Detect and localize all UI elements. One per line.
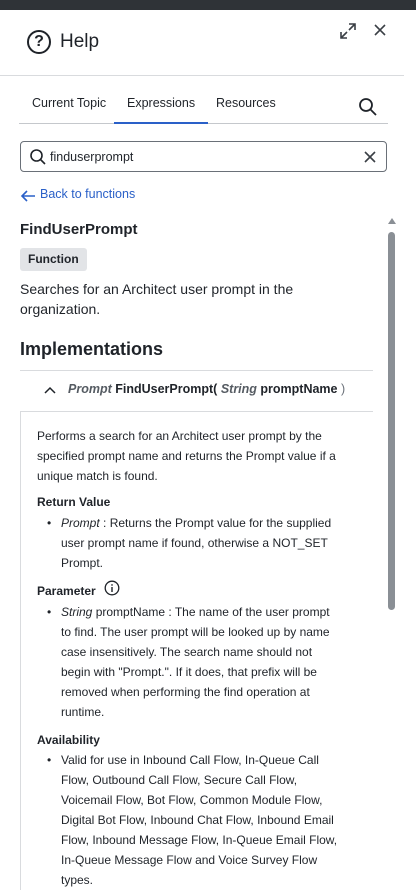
info-icon[interactable] bbox=[104, 580, 120, 596]
tab-current-topic[interactable]: Current Topic bbox=[19, 86, 119, 124]
right-edge bbox=[404, 10, 416, 890]
availability-item: Valid for use in Inbound Call Flow, In-Q… bbox=[47, 750, 341, 890]
signature-param-type: String bbox=[220, 382, 257, 396]
help-tabs: Current Topic Expressions Resources bbox=[19, 86, 388, 124]
arrow-left-icon bbox=[20, 190, 35, 202]
signature-param-name: promptName bbox=[260, 382, 338, 396]
return-value-heading: Return Value bbox=[37, 495, 111, 509]
divider bbox=[20, 370, 373, 371]
function-name: FindUserPrompt bbox=[20, 221, 138, 238]
search-icon[interactable] bbox=[358, 97, 378, 117]
signature-text: Prompt FindUserPrompt( String promptName… bbox=[68, 382, 345, 396]
help-title: Help bbox=[60, 31, 100, 52]
availability-heading: Availability bbox=[37, 733, 100, 747]
return-value-text: : Returns the Prompt value for the suppl… bbox=[61, 516, 332, 570]
search-icon bbox=[30, 149, 46, 165]
expand-icon[interactable] bbox=[338, 21, 358, 41]
chevron-up-icon bbox=[44, 386, 56, 394]
signature-name: FindUserPrompt( bbox=[115, 382, 218, 396]
help-content: FindUserPrompt Function Searches for an … bbox=[0, 210, 404, 890]
implementation-detail: Performs a search for an Architect user … bbox=[20, 412, 373, 890]
help-header: ? Help bbox=[0, 10, 404, 76]
signature-return-type: Prompt bbox=[68, 382, 112, 396]
app-top-bar bbox=[0, 0, 416, 10]
content-scrollbar[interactable] bbox=[386, 218, 398, 890]
parameter-heading: Parameter bbox=[37, 584, 96, 598]
scroll-up-arrow[interactable] bbox=[388, 218, 396, 224]
implementation-description: Performs a search for an Architect user … bbox=[37, 429, 336, 483]
signature-close: ) bbox=[340, 382, 346, 396]
scrollbar-thumb[interactable] bbox=[388, 232, 395, 610]
return-value-type: Prompt bbox=[61, 516, 100, 530]
tab-resources[interactable]: Resources bbox=[203, 86, 289, 124]
question-circle-icon: ? bbox=[27, 30, 51, 54]
search-field bbox=[20, 141, 387, 172]
clear-icon[interactable] bbox=[363, 150, 377, 164]
function-description: Searches for an Architect user prompt in… bbox=[20, 281, 294, 317]
implementations-heading: Implementations bbox=[20, 339, 164, 359]
back-link-label: Back to functions bbox=[40, 187, 136, 201]
return-value-item: Prompt : Returns the Prompt value for th… bbox=[47, 513, 341, 573]
close-icon[interactable] bbox=[371, 21, 389, 39]
parameter-text: promptName : The name of the user prompt… bbox=[61, 605, 330, 719]
search-input[interactable] bbox=[50, 147, 350, 167]
function-badge: Function bbox=[20, 248, 87, 271]
parameter-type: String bbox=[61, 605, 93, 619]
help-panel: ? Help Current Topic Expressions Resourc… bbox=[0, 10, 404, 890]
tab-expressions[interactable]: Expressions bbox=[114, 86, 209, 124]
parameter-item: String promptName : The name of the user… bbox=[47, 602, 341, 722]
